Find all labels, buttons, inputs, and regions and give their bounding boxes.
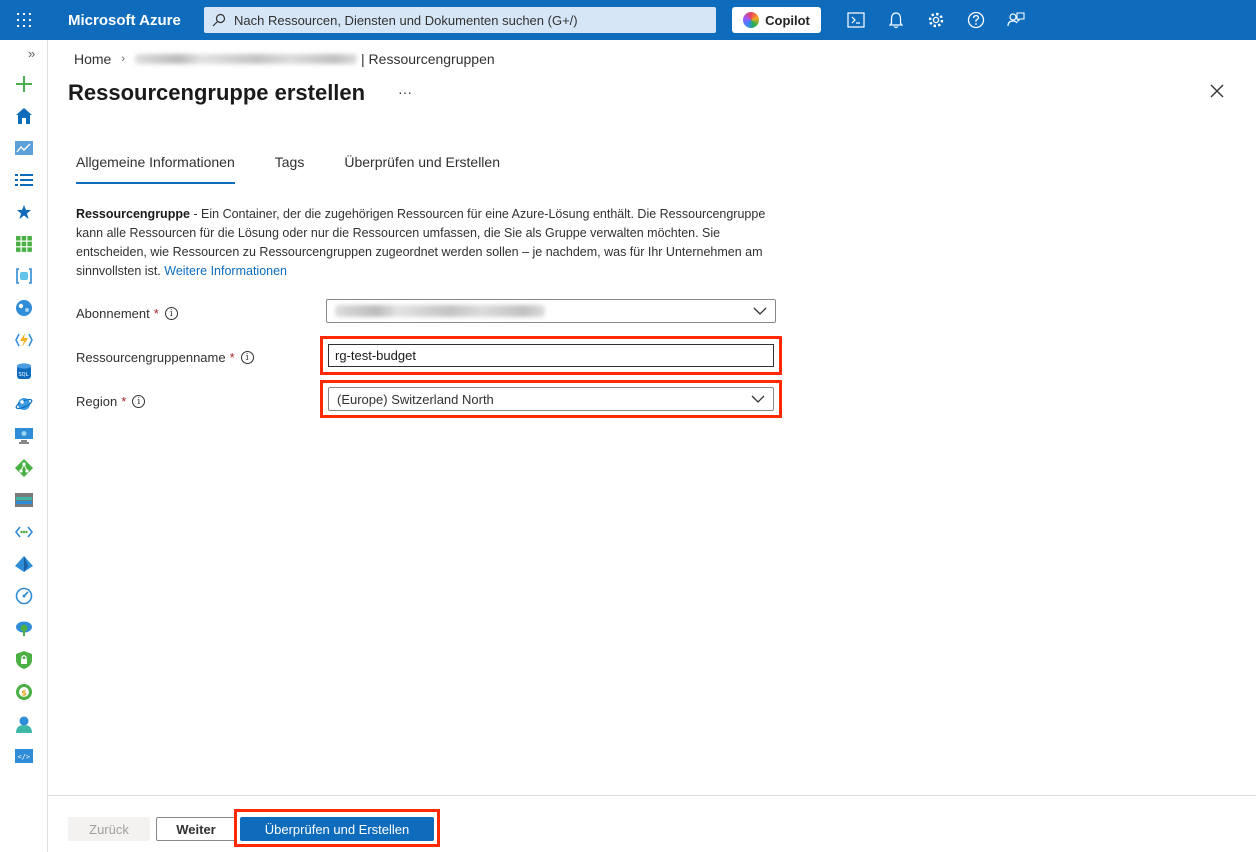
footer-bar: Zurück Weiter Überprüfen und Erstellen xyxy=(48,795,1256,852)
defender-icon[interactable] xyxy=(14,650,34,670)
help-icon[interactable] xyxy=(966,10,986,30)
search-icon xyxy=(212,13,226,27)
virtual-machines-icon[interactable] xyxy=(14,426,34,446)
brand-title[interactable]: Microsoft Azure xyxy=(68,12,204,29)
home-icon[interactable] xyxy=(14,106,34,126)
close-icon[interactable] xyxy=(1210,84,1226,100)
resource-group-description: Ressourcengruppe - Ein Container, der di… xyxy=(76,205,776,281)
top-bar: Microsoft Azure Nach Ressourcen, Dienste… xyxy=(0,0,1256,40)
back-button[interactable]: Zurück xyxy=(68,817,150,841)
more-options-icon[interactable]: ··· xyxy=(398,84,412,100)
storage-accounts-icon[interactable] xyxy=(14,490,34,510)
virtual-networks-icon[interactable] xyxy=(14,522,34,542)
app-services-icon[interactable] xyxy=(14,298,34,318)
cost-management-icon[interactable]: $ xyxy=(14,682,34,702)
settings-gear-icon[interactable] xyxy=(926,10,946,30)
svg-text:$: $ xyxy=(21,688,27,697)
expand-icon[interactable]: » xyxy=(28,46,35,61)
tab-tags[interactable]: Tags xyxy=(275,152,305,184)
cosmos-db-icon[interactable] xyxy=(14,394,34,414)
all-services-icon[interactable] xyxy=(14,170,34,190)
region-label: Region * i xyxy=(76,394,146,409)
monitor-icon[interactable] xyxy=(14,586,34,606)
tab-general[interactable]: Allgemeine Informationen xyxy=(76,152,235,184)
cloud-shell-icon[interactable] xyxy=(846,10,866,30)
resource-groups-icon[interactable] xyxy=(14,266,34,286)
favorites-icon[interactable] xyxy=(14,202,34,222)
global-search-input[interactable]: Nach Ressourcen, Diensten und Dokumenten… xyxy=(204,7,716,33)
info-icon[interactable]: i xyxy=(132,395,146,408)
feedback-icon[interactable] xyxy=(1006,10,1026,30)
next-button[interactable]: Weiter xyxy=(156,817,236,841)
help-support-icon[interactable] xyxy=(14,714,34,734)
copilot-icon xyxy=(743,12,760,28)
breadcrumb-home[interactable]: Home xyxy=(74,51,111,67)
portal-menu-icon[interactable] xyxy=(0,0,48,40)
main-content: Home › | Ressourcengruppen Ressourcengru… xyxy=(48,40,1256,852)
chevron-down-icon xyxy=(751,395,765,403)
region-dropdown[interactable]: (Europe) Switzerland North xyxy=(328,387,774,411)
all-resources-icon[interactable] xyxy=(14,234,34,254)
svg-text:SQL: SQL xyxy=(19,372,29,378)
sql-databases-icon[interactable]: SQL xyxy=(14,362,34,382)
breadcrumb: Home › | Ressourcengruppen xyxy=(74,51,495,67)
subscription-label: Abonnement * i xyxy=(76,306,178,321)
load-balancers-icon[interactable] xyxy=(14,458,34,478)
tab-list: Allgemeine Informationen Tags Überprüfen… xyxy=(76,152,540,184)
chevron-down-icon xyxy=(753,307,767,315)
search-placeholder: Nach Ressourcen, Diensten und Dokumenten… xyxy=(234,12,578,28)
resource-group-name-input[interactable]: rg-test-budget xyxy=(328,344,774,367)
copilot-button[interactable]: Copilot xyxy=(732,7,821,33)
notifications-icon[interactable] xyxy=(886,10,906,30)
subscription-dropdown[interactable] xyxy=(326,299,776,323)
svg-text:</>: </> xyxy=(18,753,31,761)
copilot-label: Copilot xyxy=(765,12,810,28)
redacted-subscription-name[interactable] xyxy=(135,54,358,64)
description-term: Ressourcengruppe xyxy=(76,207,190,221)
learn-more-link[interactable]: Weitere Informationen xyxy=(164,264,287,278)
function-apps-icon[interactable] xyxy=(14,330,34,350)
review-create-button[interactable]: Überprüfen und Erstellen xyxy=(240,817,434,841)
left-navigation-rail: » SQL $ </> xyxy=(0,40,48,852)
dashboard-icon[interactable] xyxy=(14,138,34,158)
info-icon[interactable]: i xyxy=(164,307,178,320)
create-resource-icon[interactable] xyxy=(14,74,34,94)
tab-review-create[interactable]: Überprüfen und Erstellen xyxy=(344,152,500,184)
redacted-subscription-value xyxy=(335,305,545,317)
breadcrumb-current: | Ressourcengruppen xyxy=(361,51,495,67)
info-icon[interactable]: i xyxy=(240,351,254,364)
page-title: Ressourcengruppe erstellen xyxy=(68,80,366,105)
devops-icon[interactable]: </> xyxy=(14,746,34,766)
chevron-right-icon: › xyxy=(121,53,126,65)
advisor-icon[interactable] xyxy=(14,618,34,638)
resource-group-name-label: Ressourcengruppenname * i xyxy=(76,350,254,365)
entra-id-icon[interactable] xyxy=(14,554,34,574)
